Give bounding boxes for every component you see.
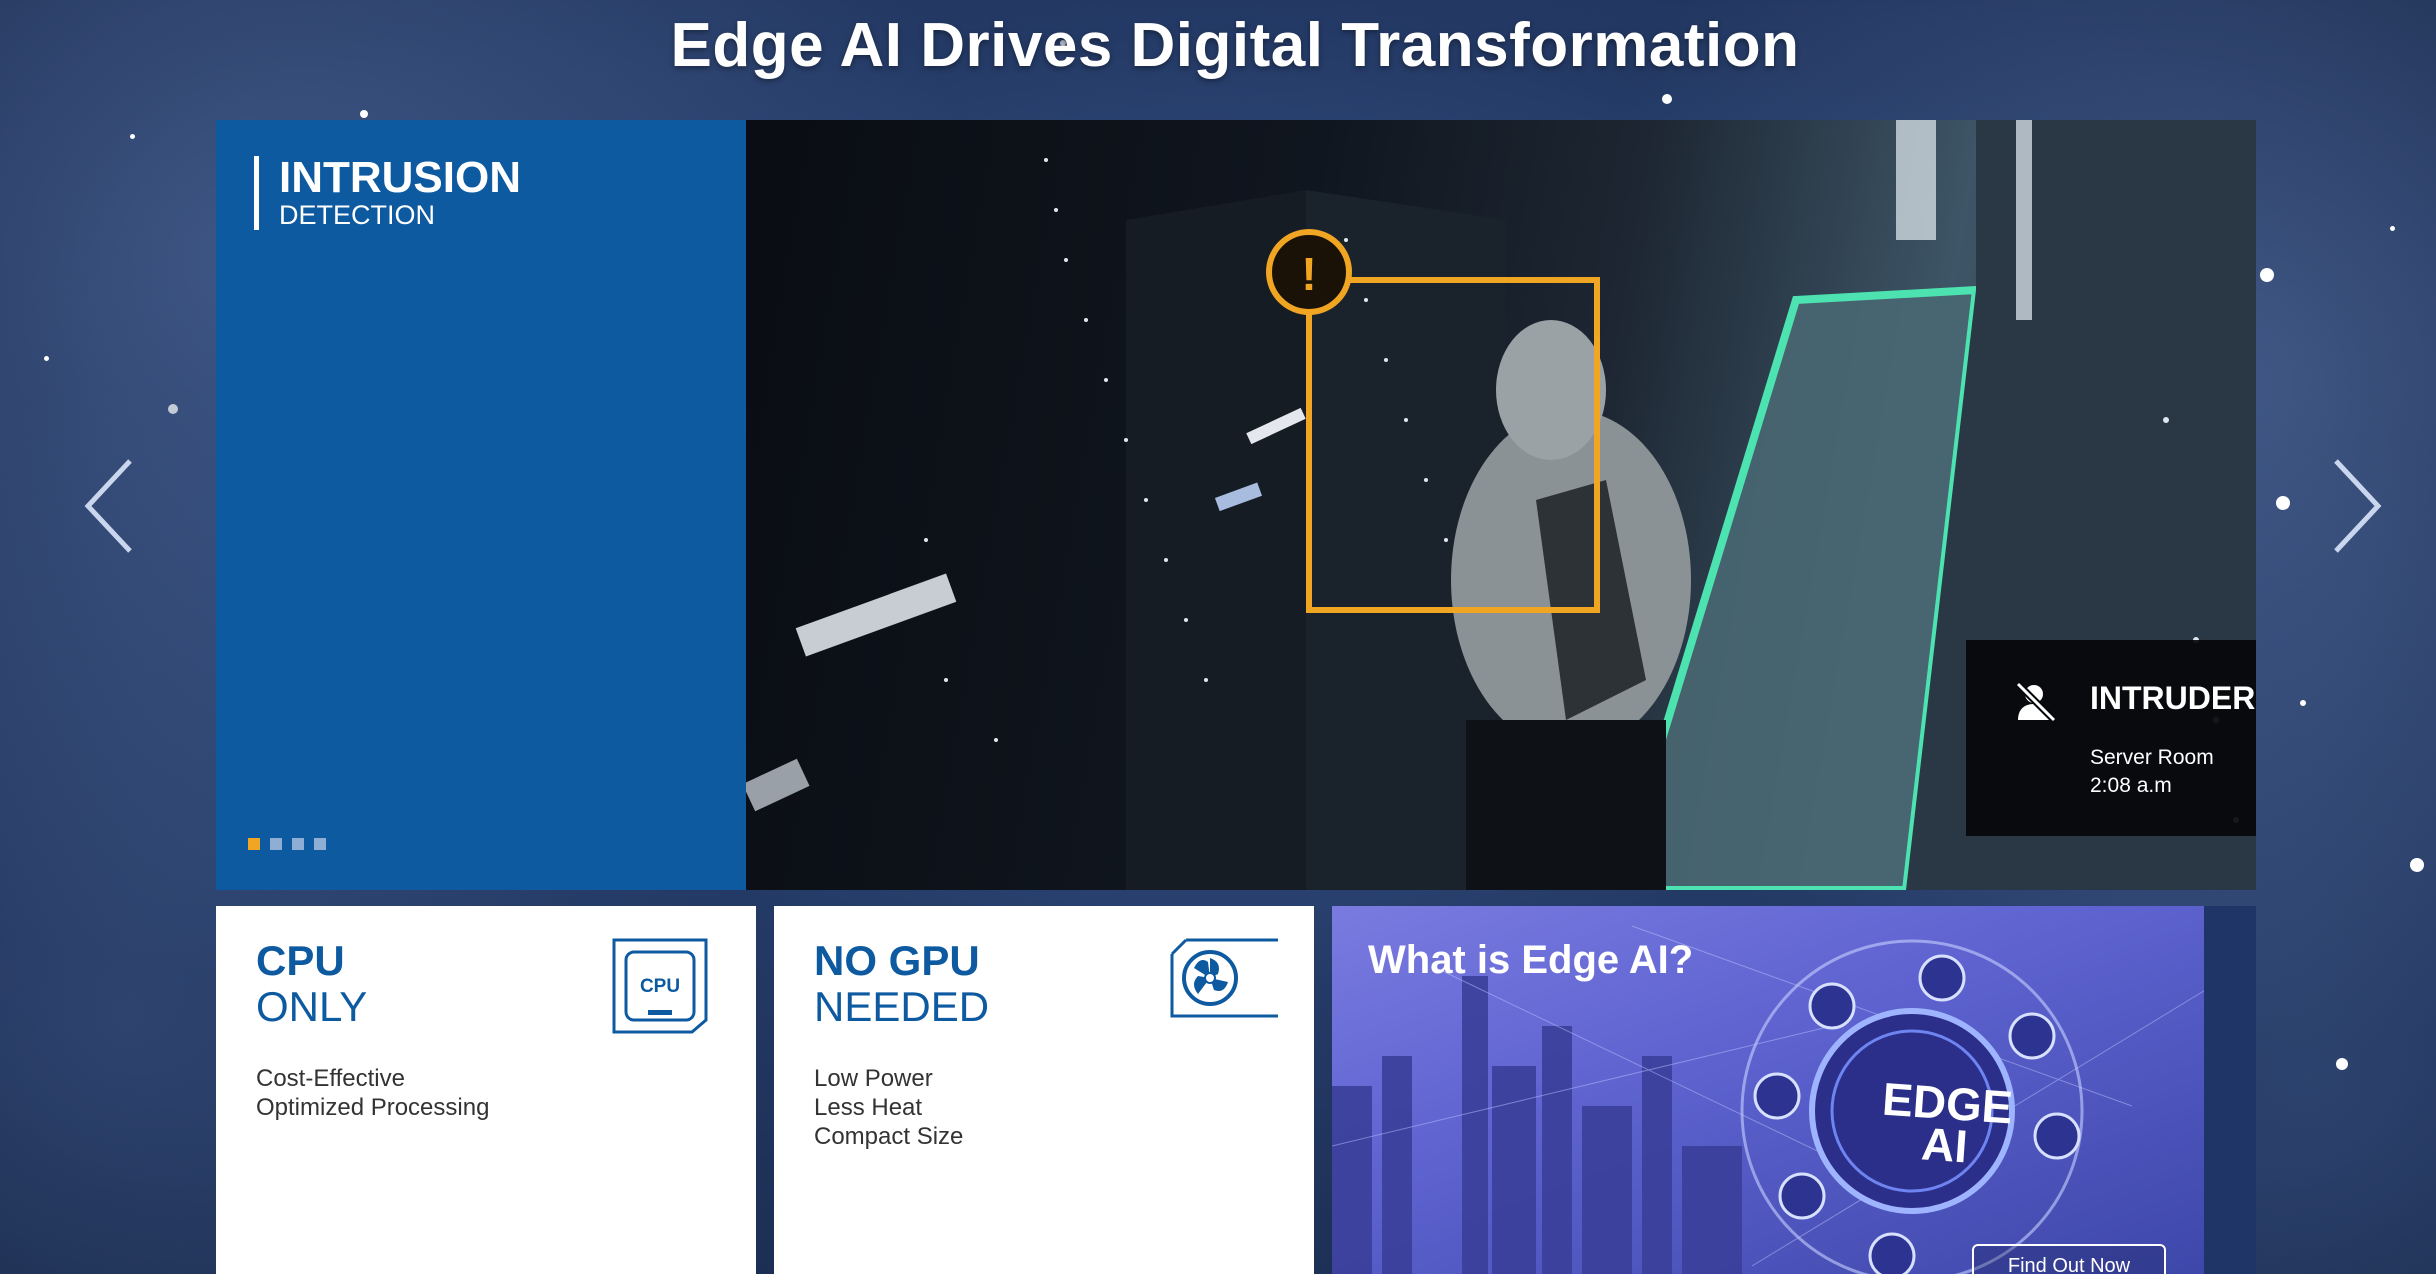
slide-subtitle: DETECTION — [279, 200, 436, 230]
alert-time: 2:08 a.m — [2090, 774, 2172, 797]
slide-title: INTRUSION — [279, 153, 521, 202]
edge-ai-badge: EDGE AI — [1843, 1073, 2048, 1173]
carousel-dot-3[interactable] — [292, 838, 304, 850]
gpu-fan-icon — [1170, 938, 1278, 1018]
feature-card-cpu-only: CPU ONLY Cost-Effective Optimized Proces… — [216, 906, 756, 1274]
card-title: CPU ONLY — [256, 938, 367, 1030]
promo-side-strip — [2204, 906, 2256, 1274]
intruder-alert-card: INTRUDER Server Room 2:08 a.m — [1966, 640, 2256, 836]
carousel-dot-2[interactable] — [270, 838, 282, 850]
card-text-line: Low Power — [814, 1065, 933, 1092]
slide-heading: INTRUSION DETECTION — [254, 156, 521, 230]
card-title-line1: NO GPU — [814, 937, 980, 984]
find-out-now-button[interactable]: Find Out Now — [1972, 1244, 2166, 1274]
slide-image-server-room: ! INTRUDER Server Room 2:08 a.m — [746, 120, 2256, 890]
card-title-line2: NEEDED — [814, 983, 990, 1030]
carousel-dot-1[interactable] — [248, 838, 260, 850]
carousel-next-button[interactable] — [2326, 456, 2386, 556]
alert-title: INTRUDER — [2090, 680, 2256, 716]
cpu-chip-icon: CPU — [612, 938, 708, 1034]
hero-carousel: INTRUSION DETECTION ! INTRUDER Server Ro… — [216, 120, 2256, 890]
card-text-line: Less Heat — [814, 1094, 923, 1121]
card-text-line: Optimized Processing — [256, 1094, 490, 1121]
card-title: NO GPU NEEDED — [814, 938, 989, 1030]
svg-text:CPU: CPU — [640, 976, 680, 997]
slide-text-panel: INTRUSION DETECTION — [216, 120, 746, 890]
card-title-line2: ONLY — [256, 983, 368, 1030]
card-text-line: Compact Size — [814, 1123, 964, 1150]
feature-card-no-gpu: NO GPU NEEDED Low Power Less Heat Compac… — [774, 906, 1314, 1274]
promo-title: What is Edge AI? — [1368, 938, 1694, 982]
alert-location: Server Room — [2090, 746, 2214, 769]
carousel-dots — [248, 838, 326, 850]
person-off-icon — [2015, 681, 2057, 723]
carousel-dot-4[interactable] — [314, 838, 326, 850]
card-description: Low Power Less Heat Compact Size — [814, 1064, 963, 1151]
carousel-prev-button[interactable] — [80, 456, 140, 556]
card-text-line: Cost-Effective — [256, 1065, 405, 1092]
card-title-line1: CPU — [256, 937, 345, 984]
what-is-edge-ai-banner[interactable]: What is Edge AI? EDGE AI Find Out Now — [1332, 906, 2256, 1274]
page-title: Edge AI Drives Digital Transformation — [670, 11, 1800, 80]
svg-text:!: ! — [1301, 248, 1316, 300]
card-description: Cost-Effective Optimized Processing — [256, 1064, 489, 1122]
